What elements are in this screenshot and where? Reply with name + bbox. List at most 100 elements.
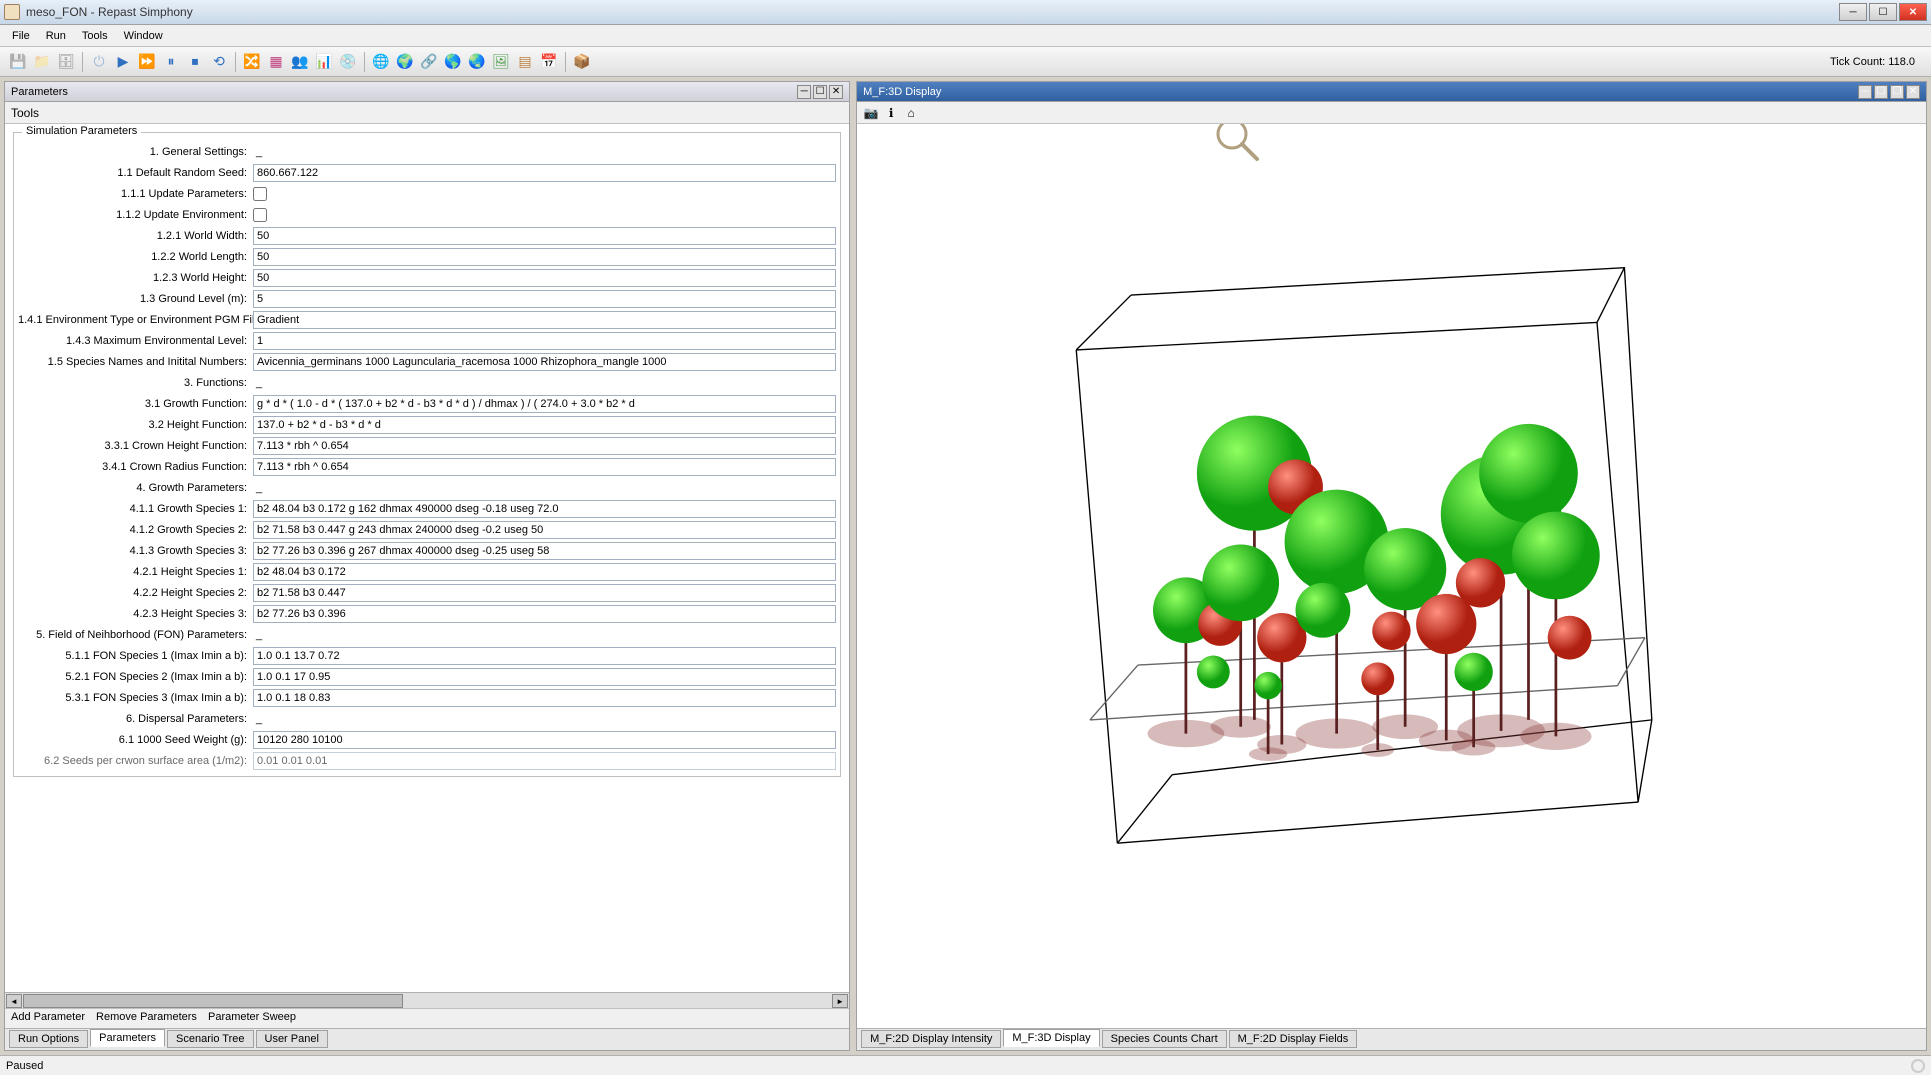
tab-user-panel[interactable]: User Panel bbox=[256, 1030, 328, 1048]
tab-run-options[interactable]: Run Options bbox=[9, 1030, 88, 1048]
window-titlebar: meso_FON - Repast Simphony ─ ☐ ✕ bbox=[0, 0, 1931, 25]
remove-parameters-link[interactable]: Remove Parameters bbox=[96, 1011, 197, 1023]
param-label: 5.1.1 FON Species 1 (Imax Imin a b): bbox=[18, 650, 253, 662]
panel-minimize-icon[interactable]: ─ bbox=[797, 85, 811, 99]
maximize-button[interactable]: ☐ bbox=[1869, 3, 1897, 21]
tab-species-counts[interactable]: Species Counts Chart bbox=[1102, 1030, 1227, 1048]
tick-value: 118.0 bbox=[1888, 56, 1915, 68]
seed-weight-input[interactable] bbox=[253, 731, 836, 749]
param-label: 1.2.1 World Width: bbox=[18, 230, 253, 242]
panel-maximize-icon[interactable]: ☐ bbox=[1874, 85, 1888, 99]
panel-minimize-icon[interactable]: ─ bbox=[1858, 85, 1872, 99]
fon-species-3-input[interactable] bbox=[253, 689, 836, 707]
panel-maximize-icon[interactable]: ☐ bbox=[813, 85, 827, 99]
scroll-left-icon[interactable]: ◄ bbox=[6, 994, 22, 1008]
panel-close-icon[interactable]: ✕ bbox=[829, 85, 843, 99]
grid-icon[interactable]: ▦ bbox=[265, 51, 287, 73]
minimize-button[interactable]: ─ bbox=[1839, 3, 1867, 21]
disc-icon[interactable]: 💿 bbox=[337, 51, 359, 73]
people-icon[interactable]: 👥 bbox=[289, 51, 311, 73]
play-icon[interactable]: ▶ bbox=[112, 51, 134, 73]
growth-function-input[interactable] bbox=[253, 395, 836, 413]
step-icon[interactable]: ⏩ bbox=[136, 51, 158, 73]
crown-radius-function-input[interactable] bbox=[253, 458, 836, 476]
left-pane: Parameters ─ ☐ ✕ Tools Simulation Parame… bbox=[4, 81, 850, 1051]
planet-icon[interactable]: 🌏 bbox=[466, 51, 488, 73]
horizontal-scrollbar[interactable]: ◄ ► bbox=[5, 992, 849, 1008]
max-env-level-input[interactable] bbox=[253, 332, 836, 350]
panel-restore-icon[interactable]: ❐ bbox=[1890, 85, 1904, 99]
world-height-input[interactable] bbox=[253, 269, 836, 287]
tree-icon[interactable]: 🔀 bbox=[241, 51, 263, 73]
height-species-1-input[interactable] bbox=[253, 563, 836, 581]
update-parameters-checkbox[interactable] bbox=[253, 187, 267, 201]
window-title: meso_FON - Repast Simphony bbox=[26, 5, 1839, 19]
height-function-input[interactable] bbox=[253, 416, 836, 434]
scroll-right-icon[interactable]: ► bbox=[832, 994, 848, 1008]
menu-window[interactable]: Window bbox=[116, 28, 171, 44]
seeds-per-crown-input[interactable] bbox=[253, 752, 836, 770]
parameter-sweep-link[interactable]: Parameter Sweep bbox=[208, 1011, 296, 1023]
save-icon[interactable]: 💾 bbox=[7, 51, 29, 73]
param-value: _ bbox=[253, 377, 836, 389]
table-icon[interactable]: ▤ bbox=[514, 51, 536, 73]
param-label: 6.1 1000 Seed Weight (g): bbox=[18, 734, 253, 746]
3d-scene bbox=[857, 124, 1926, 1028]
tick-counter: Tick Count: 118.0 bbox=[1830, 56, 1925, 68]
info-icon[interactable]: ℹ bbox=[883, 105, 899, 121]
height-species-3-input[interactable] bbox=[253, 605, 836, 623]
world-icon[interactable]: 🌍 bbox=[394, 51, 416, 73]
growth-species-1-input[interactable] bbox=[253, 500, 836, 518]
home-icon[interactable]: ⌂ bbox=[903, 105, 919, 121]
ground-level-input[interactable] bbox=[253, 290, 836, 308]
folder-icon[interactable]: 📁 bbox=[31, 51, 53, 73]
panel-close-icon[interactable]: ✕ bbox=[1906, 85, 1920, 99]
tick-label: Tick Count: bbox=[1830, 56, 1885, 68]
power-icon[interactable]: ⏻ bbox=[88, 51, 110, 73]
environment-type-input[interactable] bbox=[253, 311, 836, 329]
parameters-scroll-area[interactable]: Simulation Parameters 1. General Setting… bbox=[5, 124, 849, 992]
crown-height-function-input[interactable] bbox=[253, 437, 836, 455]
fon-species-1-input[interactable] bbox=[253, 647, 836, 665]
close-button[interactable]: ✕ bbox=[1899, 3, 1927, 21]
image-icon[interactable]: 🖼 bbox=[490, 51, 512, 73]
fon-species-2-input[interactable] bbox=[253, 668, 836, 686]
param-label: 3.4.1 Crown Radius Function: bbox=[18, 461, 253, 473]
menu-tools[interactable]: Tools bbox=[74, 28, 116, 44]
globe-icon[interactable]: 🌐 bbox=[370, 51, 392, 73]
menu-file[interactable]: File bbox=[4, 28, 38, 44]
param-label: 6.2 Seeds per crwon surface area (1/m2): bbox=[18, 755, 253, 767]
growth-species-3-input[interactable] bbox=[253, 542, 836, 560]
tools-menu[interactable]: Tools bbox=[5, 102, 849, 124]
chart-icon[interactable]: 📊 bbox=[313, 51, 335, 73]
reset-icon[interactable]: ⟲ bbox=[208, 51, 230, 73]
3d-display-canvas[interactable] bbox=[857, 124, 1926, 1028]
tab-3d-display[interactable]: M_F:3D Display bbox=[1003, 1029, 1099, 1047]
database-icon[interactable]: 🗄 bbox=[55, 51, 77, 73]
world-length-input[interactable] bbox=[253, 248, 836, 266]
status-text: Paused bbox=[6, 1060, 43, 1072]
menu-run[interactable]: Run bbox=[38, 28, 74, 44]
calendar-icon[interactable]: 📅 bbox=[538, 51, 560, 73]
param-label: 4.1.3 Growth Species 3: bbox=[18, 545, 253, 557]
scroll-thumb[interactable] bbox=[23, 994, 403, 1008]
tab-2d-fields[interactable]: M_F:2D Display Fields bbox=[1229, 1030, 1358, 1048]
earth-icon[interactable]: 🌎 bbox=[442, 51, 464, 73]
network-icon[interactable]: 🔗 bbox=[418, 51, 440, 73]
species-names-input[interactable] bbox=[253, 353, 836, 371]
default-random-seed-input[interactable] bbox=[253, 164, 836, 182]
export-icon[interactable]: 📦 bbox=[571, 51, 593, 73]
height-species-2-input[interactable] bbox=[253, 584, 836, 602]
update-environment-checkbox[interactable] bbox=[253, 208, 267, 222]
growth-species-2-input[interactable] bbox=[253, 521, 836, 539]
pause-icon[interactable]: ⏸ bbox=[160, 51, 182, 73]
tab-2d-intensity[interactable]: M_F:2D Display Intensity bbox=[861, 1030, 1001, 1048]
stop-icon[interactable]: ⏹ bbox=[184, 51, 206, 73]
tab-parameters[interactable]: Parameters bbox=[90, 1029, 165, 1047]
tab-scenario-tree[interactable]: Scenario Tree bbox=[167, 1030, 253, 1048]
camera-icon[interactable]: 📷 bbox=[863, 105, 879, 121]
add-parameter-link[interactable]: Add Parameter bbox=[11, 1011, 85, 1023]
world-width-input[interactable] bbox=[253, 227, 836, 245]
left-tab-bar: Run Options Parameters Scenario Tree Use… bbox=[5, 1028, 849, 1050]
param-value: _ bbox=[253, 482, 836, 494]
